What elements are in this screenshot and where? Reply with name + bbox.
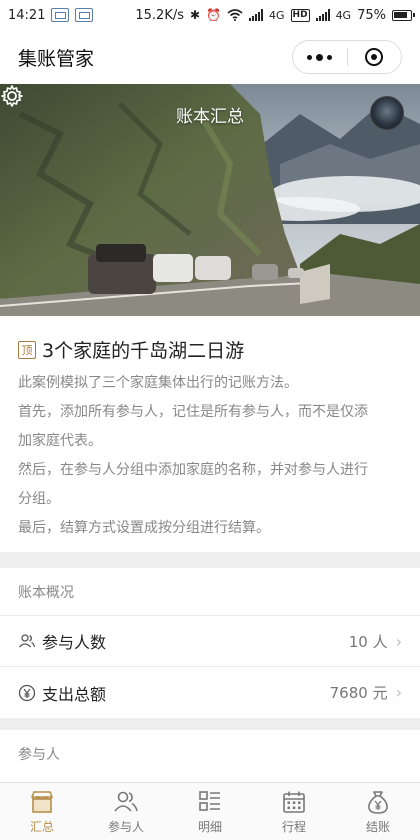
- tab-label: 汇总: [29, 820, 54, 834]
- list-icon: [199, 791, 220, 811]
- yuan-icon: [18, 684, 36, 702]
- tab-settle[interactable]: 结账: [336, 783, 420, 840]
- settings-gear-icon[interactable]: [0, 84, 24, 108]
- participant-count-value: 10 人: [348, 632, 388, 651]
- target-icon: [365, 48, 384, 66]
- network-speed: 15.2K/s: [135, 7, 184, 23]
- description-line: 然后，在参与人分组中添加家庭的名称，并对参与人进行: [18, 462, 368, 478]
- signal-icon-2: [315, 9, 330, 21]
- app-notification-icon: [75, 8, 94, 22]
- mini-program-capsule: [292, 40, 402, 74]
- tab-participants[interactable]: 参与人: [84, 783, 168, 840]
- wifi-icon: [227, 9, 243, 21]
- tab-summary[interactable]: 汇总: [0, 783, 84, 840]
- overview-heading: 账本概况: [0, 568, 420, 616]
- total-expense-label: 支出总额: [42, 684, 107, 704]
- chevron-right-icon: ›: [395, 631, 402, 651]
- signal-icon: [249, 9, 264, 21]
- tab-label: 行程: [281, 820, 306, 834]
- battery-icon: [392, 9, 415, 21]
- page-title: 集账管家: [18, 47, 95, 70]
- participant-count-label: 参与人数: [42, 633, 107, 652]
- more-button[interactable]: [293, 53, 347, 61]
- status-time: 14:21: [8, 7, 46, 23]
- network-type-1: 4G: [269, 8, 285, 22]
- description-line: 首先，添加所有参与人，记住是所有参与人，而不是仅添: [18, 404, 368, 420]
- description-line: 分组。: [18, 491, 60, 507]
- alarm-icon: ⏰: [206, 8, 222, 22]
- ledger-overview-section: 账本概况 参与人数 10 人 › 支出总额 7680 元 ›: [0, 568, 420, 718]
- ledger-title: 3个家庭的千岛湖二日游: [42, 340, 245, 362]
- participant-count-row[interactable]: 参与人数 10 人 ›: [0, 616, 420, 667]
- people-icon: [114, 791, 138, 812]
- hero-banner: 账本汇总: [0, 84, 420, 316]
- participants-section: 参与人: [0, 730, 420, 782]
- ledger-info-card: 顶 3个家庭的千岛湖二日游 此案例模拟了三个家庭集体出行的记账方法。 首先，添加…: [0, 316, 420, 552]
- participants-heading: 参与人: [18, 747, 60, 763]
- description-line: 加家庭代表。: [18, 433, 102, 449]
- description-line: 此案例模拟了三个家庭集体出行的记账方法。: [18, 375, 298, 391]
- store-icon: [31, 791, 53, 813]
- tab-details[interactable]: 明细: [168, 783, 252, 840]
- pinned-badge: 顶: [18, 340, 36, 359]
- money-bag-icon: [368, 791, 388, 814]
- chevron-right-icon: ›: [395, 683, 402, 702]
- battery-level: 75%: [357, 7, 386, 23]
- description-line: 最后，结算方式设置成按分组进行结算。: [18, 520, 270, 536]
- network-type-2: 4G: [335, 8, 352, 22]
- bottom-tab-bar: 汇总 参与人 明细 行程 结账: [0, 782, 420, 840]
- total-expense-value: 7680 元: [329, 684, 388, 702]
- people-icon: [18, 632, 36, 650]
- tab-label: 明细: [197, 820, 222, 834]
- total-expense-row[interactable]: 支出总额 7680 元 ›: [0, 667, 420, 718]
- hd-badge: HD: [290, 8, 310, 22]
- screen-notification-icon: [51, 8, 70, 22]
- status-bar: 14:21 15.2K/s ✱ ⏰ 4G HD 4G 75%: [0, 0, 420, 30]
- tab-label: 结账: [365, 820, 390, 834]
- calendar-icon: [283, 791, 305, 813]
- user-avatar[interactable]: [370, 96, 404, 130]
- close-button[interactable]: [348, 48, 402, 66]
- nav-bar: 集账管家: [0, 30, 420, 84]
- tab-itinerary[interactable]: 行程: [252, 783, 336, 840]
- tab-label: 参与人: [107, 820, 144, 834]
- hero-title: 账本汇总: [176, 107, 244, 127]
- bluetooth-icon: ✱: [190, 8, 201, 22]
